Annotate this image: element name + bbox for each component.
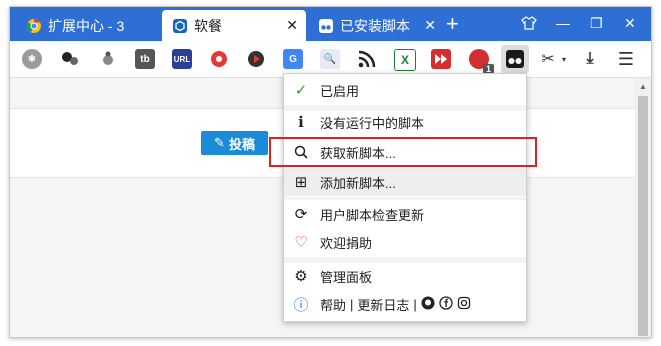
excel-extension-icon[interactable]: X: [394, 49, 416, 71]
download-icon[interactable]: ⤓: [580, 49, 600, 69]
heart-icon: ♡: [294, 234, 308, 251]
menu-item-label: 已启用: [320, 83, 360, 99]
scrollbar-thumb[interactable]: [638, 96, 648, 336]
translate-extension-icon[interactable]: G: [283, 49, 303, 69]
menu-item-donate[interactable]: ♡ 欢迎捐助: [284, 228, 526, 256]
tab-extension-center[interactable]: 扩展中心 - 3: [16, 10, 158, 41]
highlight-box: [269, 137, 537, 167]
menu-item-no-running-scripts: ℹ 没有运行中的脚本: [284, 108, 526, 136]
close-window-icon[interactable]: ✕: [624, 15, 636, 32]
scissors-icon[interactable]: ✂: [538, 49, 558, 69]
menu-item-check-updates[interactable]: ⟳ 用户脚本检查更新: [284, 200, 526, 228]
tab-title: 软餐: [194, 17, 222, 34]
record-extension-icon[interactable]: [209, 49, 229, 69]
tab-installed-scripts[interactable]: 已安装脚本 ✕: [308, 10, 444, 41]
search-extension-icon[interactable]: 🔍: [320, 49, 340, 69]
menu-item-add-new-script[interactable]: ⊞ 添加新脚本...: [284, 168, 526, 196]
facebook-icon[interactable]: [439, 295, 453, 313]
tab-ruancan[interactable]: 软餐 ✕: [162, 10, 306, 41]
info-circle-icon: ⓘ: [293, 296, 309, 314]
instagram-icon[interactable]: [457, 296, 471, 313]
menu-item-label: 欢迎捐助: [320, 235, 373, 251]
separator: |: [350, 296, 354, 312]
minimize-icon[interactable]: —: [556, 15, 570, 31]
new-tab-icon[interactable]: +: [446, 13, 459, 35]
rss-extension-icon[interactable]: [357, 49, 377, 69]
menu-item-label: 用户脚本检查更新: [320, 207, 425, 223]
submit-label: 投稿: [228, 136, 255, 152]
url-extension-icon[interactable]: URL: [172, 49, 192, 69]
restore-icon[interactable]: ❐: [590, 15, 603, 32]
close-icon[interactable]: ✕: [286, 17, 298, 34]
check-icon: ✓: [294, 82, 308, 99]
menu-footer: ⓘ 帮助 | 更新日志 |: [284, 290, 526, 318]
shirt-icon[interactable]: [521, 15, 537, 34]
tampermonkey-popup-menu: ✓ 已启用 ℹ 没有运行中的脚本 获取新脚本... ⊞ 添加新脚本... ⟳ 用…: [283, 73, 527, 322]
separator: |: [413, 296, 417, 312]
tab-strip: 扩展中心 - 3 软餐 ✕ 已安装脚本 ✕ + — ❐ ✕: [10, 7, 651, 41]
chrome-logo-icon: [26, 18, 42, 34]
menu-item-dashboard[interactable]: ⚙ 管理面板: [284, 262, 526, 290]
submit-button[interactable]: ✎ 投稿: [201, 131, 268, 155]
tab-title: 已安装脚本: [340, 17, 410, 34]
bug-extension-icon[interactable]: [98, 49, 118, 69]
tampermonkey-icon: [318, 18, 334, 34]
edit-icon: ✎: [214, 135, 225, 150]
changelog-link[interactable]: 更新日志: [357, 295, 409, 314]
menu-item-label: 没有运行中的脚本: [320, 115, 425, 131]
tab-title: 扩展中心 - 3: [48, 17, 125, 34]
play-extension-icon[interactable]: [246, 49, 266, 69]
info-icon: ℹ: [298, 114, 304, 131]
chevron-down-icon[interactable]: ▾: [559, 49, 569, 69]
menu-item-label: 添加新脚本...: [320, 175, 396, 191]
plus-square-icon: ⊞: [294, 174, 308, 191]
cube-icon: [172, 18, 188, 34]
refresh-icon: ⟳: [294, 206, 308, 223]
aperture-extension-icon[interactable]: ✱: [22, 49, 42, 69]
scrollbar[interactable]: ▲: [635, 78, 651, 337]
tb-extension-icon[interactable]: tb: [135, 49, 155, 69]
fast-forward-extension-icon[interactable]: [431, 49, 451, 69]
close-icon[interactable]: ✕: [424, 17, 436, 34]
gear-icon: ⚙: [294, 268, 308, 285]
balls-extension-icon[interactable]: [60, 49, 80, 69]
scroll-up-icon[interactable]: ▲: [639, 82, 647, 91]
menu-icon[interactable]: ☰: [616, 49, 636, 69]
github-icon[interactable]: [421, 296, 435, 313]
menu-item-label: 管理面板: [320, 269, 373, 285]
menu-item-enabled[interactable]: ✓ 已启用: [284, 76, 526, 104]
help-link[interactable]: 帮助: [320, 295, 346, 314]
tampermonkey-extension-icon[interactable]: [501, 45, 529, 73]
adblock-extension-icon[interactable]: 1: [469, 49, 494, 74]
